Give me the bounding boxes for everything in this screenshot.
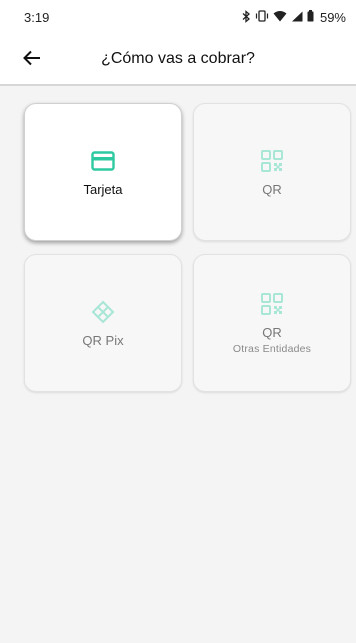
option-sublabel: Otras Entidades xyxy=(232,343,312,355)
vibrate-icon xyxy=(255,10,269,24)
option-label: Tarjeta xyxy=(83,181,123,197)
option-card-qr[interactable]: QR xyxy=(193,103,351,241)
option-card-tarjeta[interactable]: Tarjeta xyxy=(24,103,182,241)
option-label: QR xyxy=(262,325,282,340)
pix-icon xyxy=(90,299,116,325)
card-icon xyxy=(90,148,116,174)
wifi-icon xyxy=(273,10,287,24)
option-card-qr-otras-entidades[interactable]: QR Otras Entidades xyxy=(193,254,351,392)
battery-icon xyxy=(307,10,314,24)
battery-percent: 59% xyxy=(319,9,346,25)
status-icons: 59% xyxy=(241,10,346,25)
app-bar: ¿Cómo vas a cobrar? xyxy=(0,34,356,86)
bluetooth-icon xyxy=(241,9,251,25)
signal-icon xyxy=(291,11,303,24)
option-card-qr-pix[interactable]: QR Pix xyxy=(24,254,182,392)
page-title: ¿Cómo vas a cobrar? xyxy=(101,50,255,67)
option-label: QR Pix xyxy=(82,332,124,348)
option-label: QR xyxy=(262,181,282,197)
qr-icon xyxy=(259,148,285,174)
qr-icon xyxy=(259,291,285,317)
status-bar: 3:19 59% xyxy=(0,0,356,34)
status-time: 3:19 xyxy=(24,9,50,25)
